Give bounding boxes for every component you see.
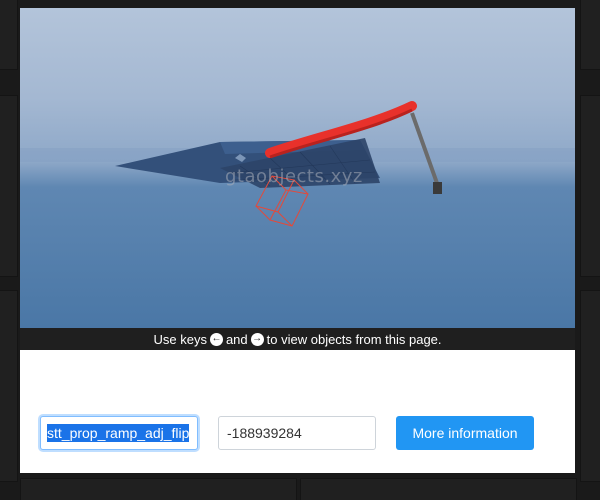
navigation-hint: Use keys ← and → to view objects from th… <box>20 328 575 350</box>
object-name-selected-text[interactable]: stt_prop_ramp_adj_flip <box>47 424 190 442</box>
object-info-controls: stt_prop_ramp_adj_flip More information <box>20 416 575 456</box>
arrow-left-key-icon: ← <box>209 332 223 346</box>
more-information-button[interactable]: More information <box>396 416 534 450</box>
object-hash-input[interactable] <box>218 416 376 450</box>
object-preview-image: gtaobjects.xyz <box>20 8 575 328</box>
object-modal: gtaobjects.xyz Use keys ← and → to view … <box>20 8 575 473</box>
hint-middle: and <box>225 331 248 347</box>
object-name-input[interactable]: stt_prop_ramp_adj_flip <box>40 416 198 450</box>
hint-prefix: Use keys <box>153 331 207 347</box>
hint-suffix: to view objects from this page. <box>266 331 442 347</box>
arrow-right-key-icon: → <box>250 332 264 346</box>
watermark-text: gtaobjects.xyz <box>225 166 363 187</box>
